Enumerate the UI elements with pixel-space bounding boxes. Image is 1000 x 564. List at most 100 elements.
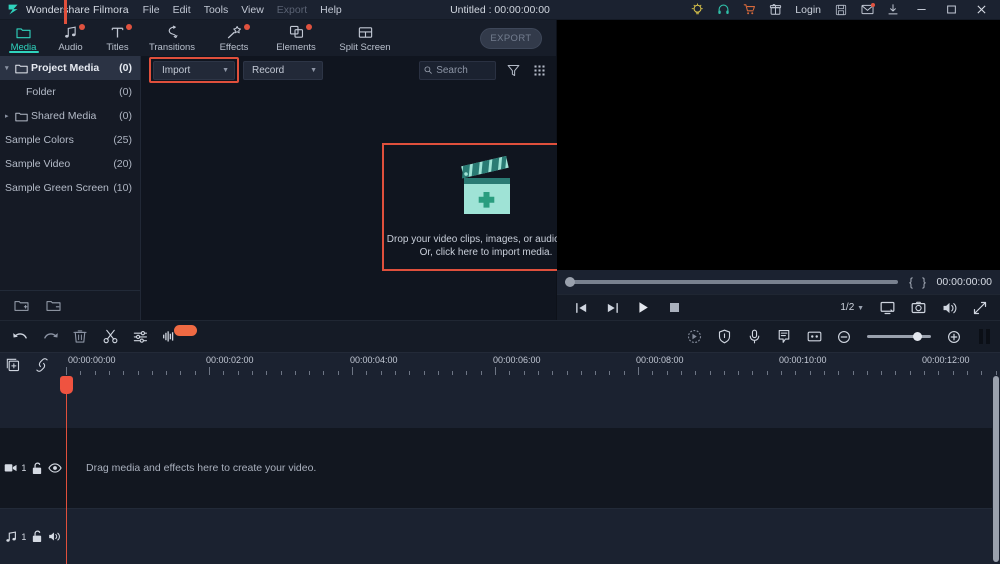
menu-help[interactable]: Help <box>320 4 342 16</box>
redo-button[interactable] <box>35 321 65 353</box>
tab-effects-label: Effects <box>220 42 249 53</box>
add-track-icon[interactable] <box>6 358 20 372</box>
record-button[interactable]: Record ▼ <box>243 61 323 80</box>
eye-icon[interactable] <box>46 428 64 508</box>
tab-effects[interactable]: Effects <box>203 20 265 56</box>
stop-button[interactable] <box>659 295 690 321</box>
marker-shield-button[interactable] <box>709 321 739 353</box>
chevron-down-icon[interactable]: ▾ <box>5 64 15 72</box>
ruler-label-1: 00:00:02:00 <box>206 355 254 365</box>
remove-folder-icon[interactable] <box>46 299 61 312</box>
sidebar-footer <box>0 290 140 320</box>
filter-funnel-icon[interactable] <box>504 64 522 77</box>
color-match-button[interactable] <box>679 321 709 353</box>
expand-arrow-icon[interactable] <box>973 301 987 315</box>
maximize-button[interactable] <box>936 0 966 20</box>
timeline-playhead[interactable] <box>66 376 67 564</box>
timeline-ruler[interactable]: 00:00:00:00 00:00:02:00 00:00:04:00 00:0… <box>0 352 1000 376</box>
sidebar-item-folder[interactable]: Folder (0) <box>0 80 140 104</box>
tab-audio[interactable]: Audio <box>47 20 94 56</box>
mail-icon[interactable] <box>854 0 880 20</box>
tips-icon[interactable] <box>684 0 710 20</box>
shopping-cart-icon[interactable] <box>736 0 762 20</box>
login-button[interactable]: Login <box>788 0 828 20</box>
lock-open-icon[interactable] <box>27 428 45 508</box>
tab-media-label: Media <box>11 42 37 53</box>
keyframe-button[interactable] <box>799 321 829 353</box>
link-clips-icon[interactable] <box>35 358 49 372</box>
timeline-ruler-ticks: 00:00:00:00 00:00:02:00 00:00:04:00 00:0… <box>64 353 1000 377</box>
delete-button[interactable] <box>65 321 95 353</box>
playhead-ruler-marker[interactable] <box>64 0 67 24</box>
voiceover-microphone-button[interactable] <box>739 321 769 353</box>
mark-out-button[interactable]: } <box>918 275 931 289</box>
dropzone-line2: Or, click here to import media. <box>387 246 585 259</box>
lock-open-icon[interactable] <box>27 509 45 564</box>
sidebar-label: Sample Green Screen <box>5 182 113 194</box>
import-button[interactable]: Import ▼ <box>153 61 235 80</box>
seek-slider[interactable] <box>565 280 898 284</box>
timeline-toolbar-left <box>0 321 185 353</box>
audio-track[interactable]: 1 <box>0 508 1000 564</box>
tab-titles[interactable]: Titles <box>94 20 141 56</box>
search-input[interactable] <box>436 65 491 76</box>
search-box[interactable] <box>419 61 496 80</box>
undo-button[interactable] <box>5 321 35 353</box>
play-button[interactable] <box>628 295 659 321</box>
tab-media[interactable]: Media <box>0 20 47 56</box>
gift-icon[interactable] <box>762 0 788 20</box>
main-tab-bar: Media Audio Titles <box>0 20 556 56</box>
new-folder-icon[interactable] <box>14 299 29 312</box>
media-toolbar: Import ▼ Record ▼ <box>141 56 556 84</box>
export-button[interactable]: EXPORT <box>480 28 542 49</box>
sidebar-label: Folder <box>5 86 119 98</box>
previous-frame-button[interactable] <box>566 295 597 321</box>
volume-icon[interactable] <box>942 301 957 315</box>
menu-file[interactable]: File <box>143 4 160 16</box>
ruler-label-6: 00:00:12:00 <box>922 355 970 365</box>
minimize-button[interactable] <box>906 0 936 20</box>
sidebar-item-sample-colors[interactable]: Sample Colors (25) <box>0 128 140 152</box>
menu-tools[interactable]: Tools <box>204 4 229 16</box>
split-scissors-button[interactable] <box>95 321 125 353</box>
sidebar-item-shared-media[interactable]: ▸ Shared Media (0) <box>0 104 140 128</box>
sidebar-item-sample-video[interactable]: Sample Video (20) <box>0 152 140 176</box>
subtitle-button[interactable] <box>769 321 799 353</box>
preview-monitor[interactable] <box>557 20 1000 270</box>
mark-in-button[interactable]: { <box>905 275 918 289</box>
zoom-slider-knob[interactable] <box>913 332 922 341</box>
tab-elements[interactable]: Elements <box>265 20 327 56</box>
timeline-vertical-scrollbar[interactable] <box>992 376 1000 564</box>
download-icon[interactable] <box>880 0 906 20</box>
fullscreen-monitor-icon[interactable] <box>880 301 895 315</box>
video-track[interactable]: 1 Drag media and effects here to create … <box>0 428 1000 508</box>
seek-knob[interactable] <box>565 277 575 287</box>
sidebar-item-sample-green-screen[interactable]: Sample Green Screen (10) <box>0 176 140 200</box>
player-seek-bar: { } 00:00:00:00 <box>557 270 1000 294</box>
speaker-icon[interactable] <box>46 509 64 564</box>
zoom-out-button[interactable] <box>829 321 859 353</box>
tab-audio-label: Audio <box>58 42 82 53</box>
menu-edit[interactable]: Edit <box>173 4 191 16</box>
settings-sliders-button[interactable] <box>125 321 155 353</box>
sidebar-item-project-media[interactable]: ▾ Project Media (0) <box>0 56 140 80</box>
audio-detach-button[interactable] <box>155 321 185 353</box>
zoom-slider[interactable] <box>867 335 931 338</box>
preview-quality-dropdown[interactable]: 1/2 ▼ <box>840 302 864 313</box>
close-button[interactable] <box>966 0 996 20</box>
menu-view[interactable]: View <box>241 4 264 16</box>
support-headset-icon[interactable] <box>710 0 736 20</box>
scrollbar-thumb[interactable] <box>993 376 999 562</box>
zoom-in-button[interactable] <box>939 321 969 353</box>
grid-view-icon[interactable] <box>530 64 548 77</box>
tab-split-screen[interactable]: Split Screen <box>327 20 403 56</box>
sidebar-count: (0) <box>119 110 132 122</box>
chevron-right-icon[interactable]: ▸ <box>5 112 15 120</box>
tab-transitions[interactable]: Transitions <box>141 20 203 56</box>
playhead-handle[interactable] <box>60 376 73 394</box>
save-icon[interactable] <box>828 0 854 20</box>
render-preview-button[interactable] <box>979 329 990 344</box>
next-frame-button[interactable] <box>597 295 628 321</box>
snapshot-camera-icon[interactable] <box>911 301 926 314</box>
mail-badge <box>871 3 875 7</box>
